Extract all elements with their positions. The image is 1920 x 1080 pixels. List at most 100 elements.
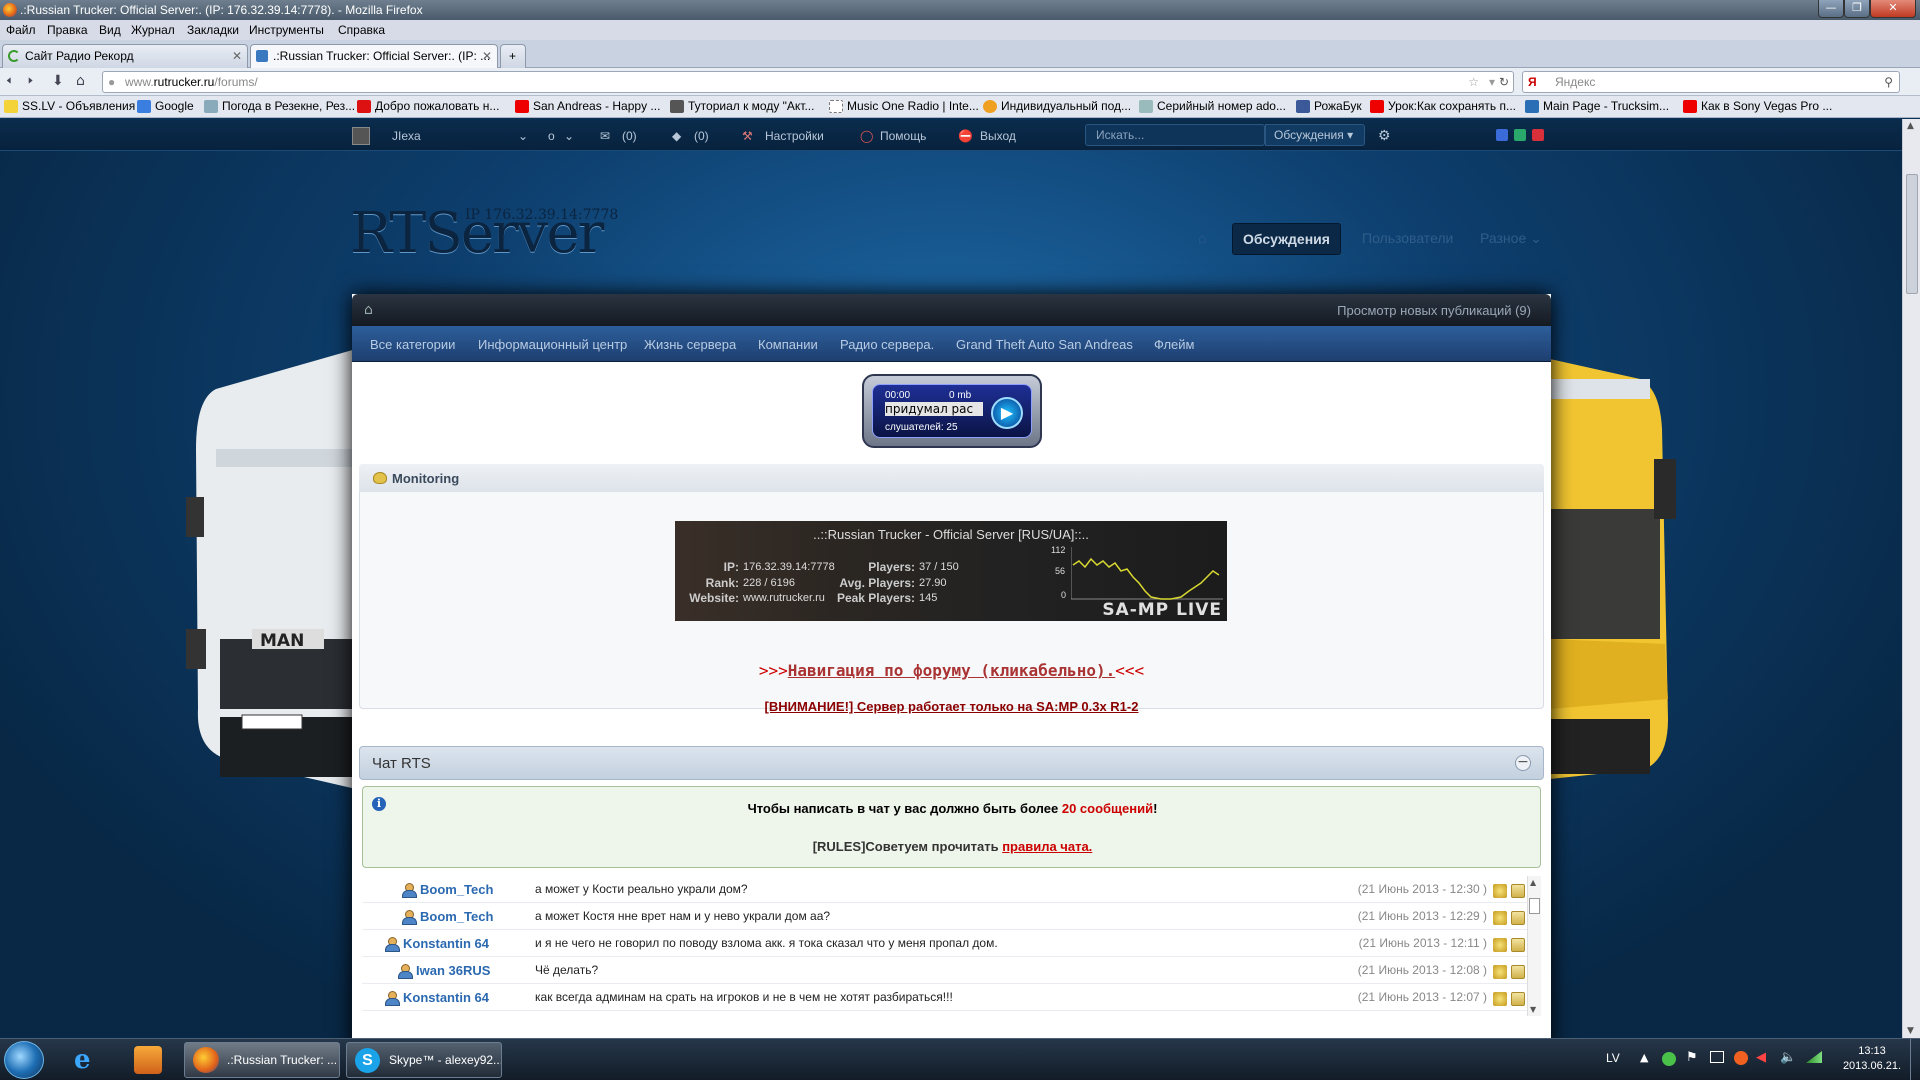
close-tab-icon[interactable]: ✕ <box>232 45 242 67</box>
dropdown-icon[interactable]: ▾ <box>1489 72 1495 92</box>
search-scope-select[interactable]: Обсуждения ▾ <box>1265 124 1365 146</box>
style-blue-button[interactable] <box>1496 129 1508 141</box>
close-button[interactable]: ✕ <box>1870 0 1916 18</box>
system-clock[interactable]: 13:13 2013.06.21. <box>1836 1044 1908 1074</box>
status-link[interactable]: o <box>548 129 555 143</box>
chat-username[interactable]: Konstantin 64 <box>403 990 489 1005</box>
search-icon[interactable]: ⚲ <box>1884 72 1893 92</box>
category-companies[interactable]: Компании <box>758 337 818 352</box>
tray-icon[interactable] <box>1734 1051 1748 1065</box>
tab-misc[interactable]: Разное ⌄ <box>1480 223 1542 253</box>
show-hidden-icons[interactable]: ▲ <box>1640 1051 1648 1064</box>
forward-icon[interactable]: 🢒 <box>28 74 33 88</box>
bookmark-item[interactable]: Как в Sony Vegas Pro ... <box>1683 99 1832 113</box>
bookmark-item[interactable]: Погода в Резекне, Рез... <box>204 99 355 113</box>
scroll-up-icon[interactable]: ▲ <box>1530 878 1536 887</box>
reply-icon[interactable] <box>1493 938 1507 952</box>
quote-icon[interactable] <box>1511 938 1525 952</box>
network-icon[interactable] <box>1806 1051 1822 1063</box>
style-red-button[interactable] <box>1532 129 1544 141</box>
bookmark-item[interactable]: Индивидуальный под... <box>983 99 1131 113</box>
scroll-thumb[interactable] <box>1529 898 1540 914</box>
tab-rutrucker[interactable]: .:Russian Trucker: Official Server:. (IP… <box>250 44 498 68</box>
menu-bookmarks[interactable]: Закладки <box>187 23 239 37</box>
tab-users[interactable]: Пользователи <box>1362 223 1453 253</box>
reply-icon[interactable] <box>1493 965 1507 979</box>
start-button[interactable] <box>4 1041 44 1079</box>
maximize-button[interactable]: ❐ <box>1844 0 1870 18</box>
bookmark-star-icon[interactable]: ☆ <box>1468 72 1479 92</box>
help-link[interactable]: Помощь <box>880 129 926 143</box>
back-icon[interactable]: 🢐 <box>6 74 11 88</box>
quote-icon[interactable] <box>1511 992 1525 1006</box>
username-link[interactable]: JIexa <box>392 129 421 143</box>
tray-icon[interactable] <box>1662 1052 1676 1066</box>
scroll-down-icon[interactable]: ▼ <box>1907 1026 1914 1036</box>
media-player-icon[interactable] <box>134 1046 162 1074</box>
reload-icon[interactable]: ↻ <box>1499 72 1509 92</box>
display-icon[interactable] <box>1710 1051 1724 1063</box>
alerts-icon[interactable]: ◆ <box>672 129 681 143</box>
menu-help[interactable]: Справка <box>338 23 385 37</box>
alerts-count[interactable]: (0) <box>694 129 709 143</box>
messages-count[interactable]: (0) <box>622 129 637 143</box>
quote-icon[interactable] <box>1511 884 1525 898</box>
quote-icon[interactable] <box>1511 965 1525 979</box>
ie-icon[interactable]: e <box>74 1045 91 1075</box>
bookmark-item[interactable]: Туториал к моду "Акт... <box>670 99 814 113</box>
new-tab-button[interactable]: + <box>500 44 526 68</box>
server-warning[interactable]: [ВНИМАНИЕ!] Сервер работает только на SA… <box>352 699 1551 714</box>
bookmark-item[interactable]: Серийный номер ado... <box>1139 99 1286 113</box>
new-posts-link[interactable]: Просмотр новых публикаций (9) <box>1337 303 1531 318</box>
bookmark-item[interactable]: SS.LV - Объявления <box>4 99 135 113</box>
forum-navigation-link[interactable]: >>>Навигация по форуму (кликабельно).<<< <box>352 661 1551 680</box>
reply-icon[interactable] <box>1493 992 1507 1006</box>
category-info-center[interactable]: Информационный центр <box>478 337 627 352</box>
chat-scrollbar[interactable]: ▲ ▼ <box>1527 876 1541 1016</box>
quote-icon[interactable] <box>1511 911 1525 925</box>
volume-icon[interactable]: 🔈 <box>1780 1050 1796 1065</box>
menu-history[interactable]: Журнал <box>131 23 175 37</box>
chat-rules-link[interactable]: правила чата. <box>1002 839 1092 854</box>
downloads-icon[interactable]: ⬇ <box>52 74 64 88</box>
scroll-down-icon[interactable]: ▼ <box>1530 1005 1536 1014</box>
tab-discussions[interactable]: Обсуждения <box>1232 223 1341 255</box>
category-gta-sa[interactable]: Grand Theft Auto San Andreas <box>956 337 1133 352</box>
reply-icon[interactable] <box>1493 911 1507 925</box>
gear-icon[interactable]: ⚙ <box>1378 127 1391 144</box>
page-scrollbar[interactable]: ▲ ▼ <box>1902 119 1920 1038</box>
category-server-life[interactable]: Жизнь сервера <box>644 337 736 352</box>
tray-icon[interactable]: ◀ <box>1756 1050 1766 1065</box>
bookmark-item[interactable]: Google <box>137 99 194 113</box>
close-tab-icon[interactable]: ✕ <box>482 45 492 67</box>
taskbar-skype[interactable]: S Skype™ - alexey92... <box>346 1042 502 1078</box>
bookmark-item[interactable]: Main Page - Trucksim... <box>1525 99 1669 113</box>
language-indicator[interactable]: LV <box>1606 1051 1620 1065</box>
minimize-button[interactable]: — <box>1818 0 1844 18</box>
nav-link-text[interactable]: Навигация по форуму (кликабельно). <box>788 661 1116 680</box>
collapse-icon[interactable]: − <box>1515 755 1531 771</box>
category-flame[interactable]: Флейм <box>1154 337 1194 352</box>
settings-link[interactable]: Настройки <box>765 129 824 143</box>
messages-icon[interactable]: ✉ <box>600 129 610 143</box>
menu-file[interactable]: Файл <box>6 23 36 37</box>
home-icon[interactable]: ⌂ <box>364 302 373 318</box>
forum-search-input[interactable]: Искать... <box>1085 124 1265 146</box>
category-radio[interactable]: Радио сервера. <box>840 337 934 352</box>
flag-icon[interactable]: ⚑ <box>1686 1050 1698 1065</box>
show-desktop-button[interactable] <box>1910 1039 1920 1080</box>
server-monitor-banner[interactable]: ..::Russian Trucker - Official Server [R… <box>675 521 1227 621</box>
scroll-up-icon[interactable]: ▲ <box>1907 121 1914 131</box>
menu-tools[interactable]: Инструменты <box>249 23 324 37</box>
avatar[interactable] <box>352 127 370 145</box>
home-icon[interactable]: ⌂ <box>1198 223 1206 253</box>
logout-link[interactable]: Выход <box>980 129 1016 143</box>
home-icon[interactable]: ⌂ <box>76 74 85 88</box>
bookmark-item[interactable]: Урок:Как сохранять п... <box>1370 99 1516 113</box>
tab-radio-record[interactable]: Сайт Радио Рекорд ✕ <box>2 44 248 68</box>
chat-username[interactable]: Konstantin 64 <box>403 936 489 951</box>
reply-icon[interactable] <box>1493 884 1507 898</box>
chat-username[interactable]: Boom_Tech <box>420 909 493 924</box>
chat-username[interactable]: Iwan 36RUS <box>416 963 490 978</box>
bookmark-item[interactable]: Добро пожаловать н... <box>357 99 499 113</box>
